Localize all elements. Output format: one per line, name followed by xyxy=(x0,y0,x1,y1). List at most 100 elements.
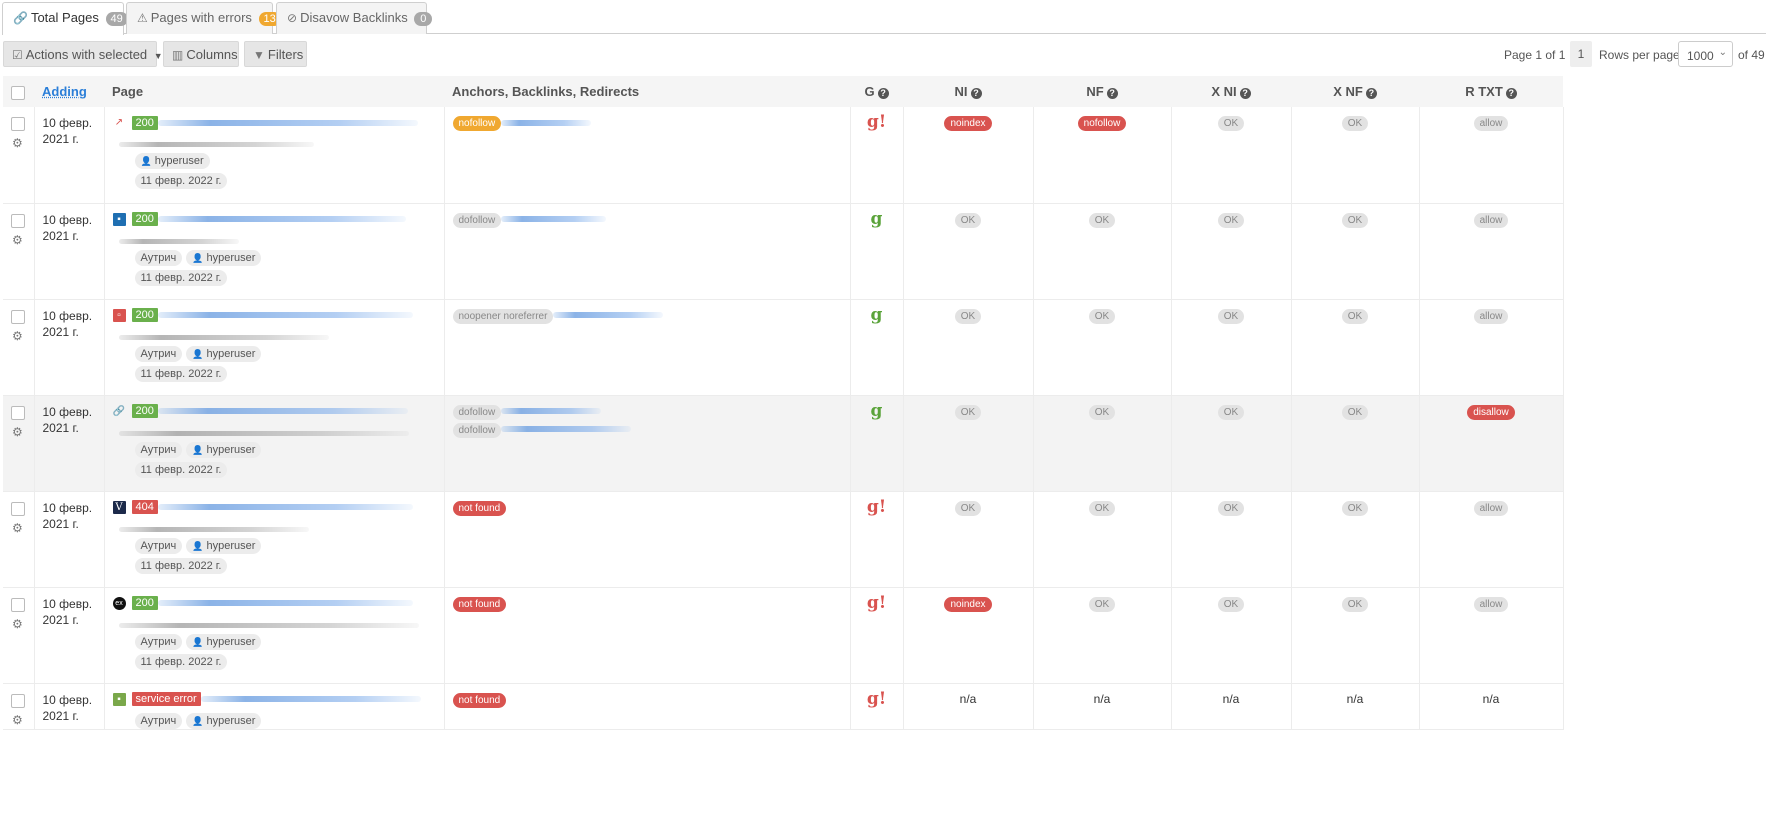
nf-status: OK xyxy=(1088,212,1116,228)
rtxt-cell: disallow xyxy=(1419,395,1564,492)
page-cell: ▪ 200 Аутрич 👤 hyperuser 11 февр. 2022 г. xyxy=(104,203,445,300)
user-tag: 👤 hyperuser xyxy=(186,712,262,729)
tag-label: hyperuser xyxy=(206,443,256,456)
ni-cell: OK xyxy=(903,299,1034,396)
site-favicon-icon: ▪ xyxy=(112,692,126,706)
page-title-text xyxy=(118,622,419,628)
http-status-badge: 200 xyxy=(131,212,158,227)
check-date-chip: 11 февр. 2022 г. xyxy=(134,173,228,189)
page-url-link[interactable] xyxy=(157,119,418,126)
xni-cell: OK xyxy=(1171,491,1292,588)
filters-label: Filters xyxy=(267,47,304,62)
row-checkbox[interactable] xyxy=(11,213,25,228)
page-url-link[interactable] xyxy=(200,696,421,703)
select-all-checkbox[interactable] xyxy=(11,85,25,100)
backlink-url[interactable] xyxy=(501,408,602,415)
tab-total-pages[interactable]: 🔗 Total Pages 49 xyxy=(2,2,128,35)
row-checkbox[interactable] xyxy=(11,597,25,612)
link-status-pill: not found xyxy=(452,692,507,708)
google-index-cell: g xyxy=(850,203,904,300)
gear-icon[interactable]: ⚙ xyxy=(12,329,26,343)
tag-label: hyperuser xyxy=(206,347,256,360)
rtxt-column-header: R TXT? xyxy=(1419,76,1563,107)
table-row: ⚙ 10 февр. 2021 г. ▪ service error Аутрич 👤… xyxy=(3,683,1564,730)
help-icon[interactable]: ? xyxy=(1239,88,1251,99)
tab-bar: 🔗 Total Pages 49 ⚠ Pages with errors 13 ⊘ D… xyxy=(2,2,1766,35)
ni-cell: OK xyxy=(903,395,1034,492)
row-checkbox[interactable] xyxy=(11,405,25,420)
ni-status: noindex xyxy=(944,596,992,612)
date-line: 2021 г. xyxy=(42,132,79,146)
ni-cell: n/a xyxy=(903,683,1034,730)
page-url-link[interactable] xyxy=(157,600,413,607)
ni-cell: OK xyxy=(903,491,1034,588)
nf-cell: OK xyxy=(1033,587,1172,684)
added-date-cell: 10 февр. 2021 г. xyxy=(34,395,105,492)
gear-icon[interactable]: ⚙ xyxy=(12,617,26,631)
page-url-link[interactable] xyxy=(157,504,413,511)
backlink-url[interactable] xyxy=(501,119,592,126)
filters-button[interactable]: ▼ Filters xyxy=(244,41,307,67)
gear-icon[interactable]: ⚙ xyxy=(12,136,26,150)
user-icon: 👤 xyxy=(140,156,152,166)
row-checkbox[interactable] xyxy=(11,693,25,708)
outreach-tag: Аутрич xyxy=(134,345,183,362)
google-indexed-icon: g xyxy=(870,400,883,421)
help-icon[interactable]: ? xyxy=(1505,88,1517,99)
xni-cell: OK xyxy=(1171,203,1292,300)
ni-status: OK xyxy=(954,308,982,324)
rows-per-page-select[interactable]: 1000 ⌄ xyxy=(1678,41,1733,67)
xni-cell: OK xyxy=(1171,107,1292,204)
gear-icon[interactable]: ⚙ xyxy=(12,425,26,439)
google-not-indexed-icon: g! xyxy=(866,496,887,517)
help-icon[interactable]: ? xyxy=(877,88,889,99)
columns-button[interactable]: ▥ Columns xyxy=(163,41,239,67)
tag-label: hyperuser xyxy=(206,635,256,648)
xni-status: OK xyxy=(1217,308,1245,324)
backlink-url[interactable] xyxy=(553,312,664,319)
user-icon: 👤 xyxy=(192,715,204,726)
help-icon[interactable]: ? xyxy=(970,88,982,99)
row-checkbox[interactable] xyxy=(11,309,25,324)
google-index-cell: g! xyxy=(850,491,904,588)
tab-pages-with-errors[interactable]: ⚠ Pages with errors 13 xyxy=(126,2,281,34)
page-url-link[interactable] xyxy=(157,216,406,223)
outreach-tag: Аутрич xyxy=(134,712,183,729)
tab-disavow-backlinks[interactable]: ⊘ Disavow Backlinks 0 xyxy=(276,2,433,34)
table-row: ⚙ 10 февр. 2021 г. ▪ 200 Аутрич 👤 hyperuser … xyxy=(3,203,1564,300)
row-checkbox[interactable] xyxy=(11,501,25,516)
ni-column-header: NI? xyxy=(903,76,1033,107)
table-row: ⚙ 10 февр. 2021 г. ↗ 200 👤 hyperuser 11 фев… xyxy=(3,107,1564,204)
gear-icon[interactable]: ⚙ xyxy=(12,521,26,535)
header-label: G xyxy=(864,84,875,99)
select-all-cell xyxy=(3,76,34,107)
row-checkbox[interactable] xyxy=(11,117,25,131)
google-indexed-icon: g xyxy=(870,304,883,325)
gear-icon[interactable]: ⚙ xyxy=(12,713,26,727)
site-favicon-icon: ▪ xyxy=(112,212,126,226)
page-url-link[interactable] xyxy=(157,408,408,415)
tab-label: Disavow Backlinks xyxy=(300,10,408,25)
adding-column-header[interactable]: Adding xyxy=(34,76,104,107)
added-date-cell: 10 февр. 2021 г. xyxy=(34,491,105,588)
help-icon[interactable]: ? xyxy=(1106,88,1118,99)
xnf-cell: OK xyxy=(1291,203,1420,300)
nf-cell: n/a xyxy=(1033,683,1172,730)
gear-icon[interactable]: ⚙ xyxy=(12,233,26,247)
rtxt-status: allow xyxy=(1473,308,1509,324)
backlink-url[interactable] xyxy=(501,426,632,433)
anchors-column-header: Anchors, Backlinks, Redirects xyxy=(444,76,850,107)
page-info: Page 1 of 1 xyxy=(1504,48,1566,62)
added-date-cell: 10 февр. 2021 г. xyxy=(34,107,105,204)
rtxt-status: allow xyxy=(1473,500,1509,516)
page-url-link[interactable] xyxy=(157,312,413,319)
trend-favicon-icon: ↗ xyxy=(114,117,124,129)
help-icon[interactable]: ? xyxy=(1365,88,1377,99)
ni-status: OK xyxy=(954,404,982,420)
page-number-button[interactable]: 1 xyxy=(1570,41,1592,67)
site-favicon-icon: ▫ xyxy=(112,308,126,322)
backlink-url[interactable] xyxy=(501,216,607,223)
actions-with-selected-button[interactable]: ☑ Actions with selected ▼ xyxy=(3,41,163,67)
user-icon: 👤 xyxy=(192,444,204,455)
link-status-pill: not found xyxy=(452,596,507,612)
